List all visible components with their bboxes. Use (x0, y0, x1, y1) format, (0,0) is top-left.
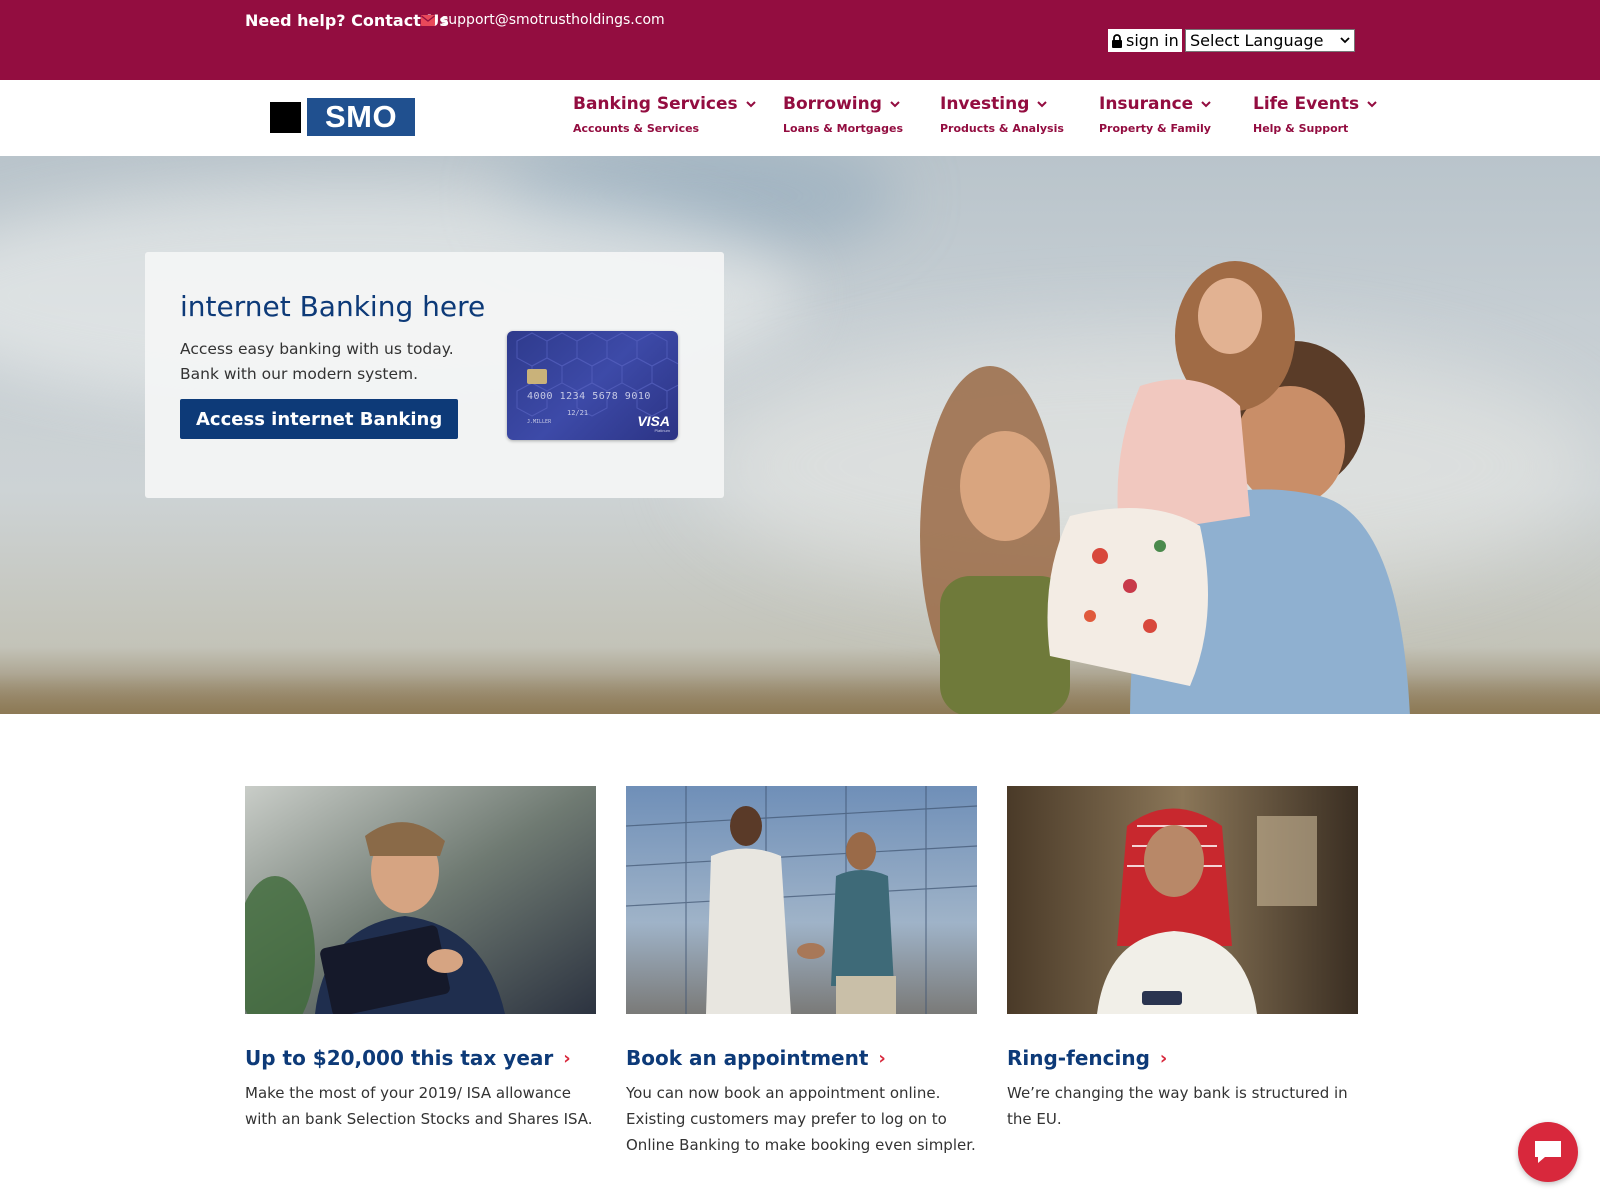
feature-description: Make the most of your 2019/ ISA allowanc… (245, 1084, 593, 1128)
logo-text: SMO (307, 98, 415, 136)
chevron-right-icon: › (1159, 1047, 1168, 1069)
nav-title: Borrowing (783, 94, 882, 114)
feature-tax-year: Up to $20,000 this tax year › Make the m… (245, 786, 596, 1132)
card-chip (527, 369, 547, 384)
hero-title: internet Banking here (180, 290, 486, 323)
sign-in-button[interactable]: sign in (1108, 29, 1182, 52)
feature-title-link[interactable]: Up to $20,000 this tax year › (245, 1046, 596, 1070)
feature-title: Book an appointment (626, 1046, 869, 1070)
feature-book-appointment: Book an appointment › You can now book a… (626, 786, 977, 1158)
nav-insurance[interactable]: Insurance Property & Family (1099, 94, 1211, 135)
feature-title-link[interactable]: Book an appointment › (626, 1046, 977, 1070)
man-with-phone-photo (1007, 786, 1358, 1014)
chevron-down-icon (890, 100, 900, 107)
sign-in-label: sign in (1126, 31, 1179, 50)
card-holder: J.MILLER (527, 419, 552, 425)
logo[interactable]: SMO (270, 98, 415, 136)
feature-description: You can now book an appointment online. … (626, 1084, 976, 1154)
nav-subtitle: Accounts & Services (573, 122, 700, 135)
hero-banner: internet Banking here Access easy bankin… (0, 156, 1600, 714)
feature-title: Up to $20,000 this tax year (245, 1046, 554, 1070)
language-select-value: Select Language (1190, 31, 1324, 50)
chevron-down-icon (1201, 100, 1211, 107)
main-navigation: SMO Banking Services Accounts & Services… (0, 80, 1600, 156)
hero-description-line: Bank with our modern system. (180, 365, 419, 383)
top-bar: Need help? Contact Us support@smotrustho… (0, 0, 1600, 80)
nav-subtitle: Loans & Mortgages (783, 122, 903, 135)
feature-title: Ring-fencing (1007, 1046, 1150, 1070)
nav-investing[interactable]: Investing Products & Analysis (940, 94, 1064, 135)
access-internet-banking-button[interactable]: Access internet Banking (180, 399, 459, 439)
language-select[interactable]: Select Language (1185, 29, 1355, 52)
nav-banking-services[interactable]: Banking Services Accounts & Services (573, 94, 756, 135)
envelope-icon (421, 14, 435, 26)
businessman-tablet-photo (245, 786, 596, 1014)
chevron-down-icon (1037, 100, 1048, 107)
support-email: support@smotrustholdings.com (441, 12, 665, 28)
nav-life-events[interactable]: Life Events Help & Support (1253, 94, 1377, 135)
card-expiry: 12/21 (567, 409, 589, 417)
hero-description-line: Access easy banking with us today. (180, 340, 454, 358)
nav-title: Investing (940, 94, 1030, 114)
chevron-right-icon: › (878, 1047, 886, 1069)
support-email-link[interactable]: support@smotrustholdings.com (421, 12, 665, 28)
logo-square (270, 101, 301, 133)
feature-description: We’re changing the way bank is structure… (1007, 1084, 1348, 1128)
card-number: 4000 1234 5678 9010 (527, 391, 651, 402)
contact-us-link[interactable]: Need help? Contact Us (245, 11, 449, 30)
nav-title: Life Events (1253, 94, 1360, 114)
handshake-photo (626, 786, 977, 1014)
nav-title: Banking Services (573, 94, 738, 114)
chevron-down-icon (745, 100, 756, 107)
chevron-down-icon (1340, 37, 1350, 44)
family-photo (920, 261, 1410, 714)
nav-subtitle: Property & Family (1099, 122, 1211, 135)
feature-ring-fencing: Ring-fencing › We’re changing the way ba… (1007, 786, 1358, 1132)
chevron-down-icon (1367, 100, 1377, 107)
internet-banking-panel: internet Banking here Access easy bankin… (145, 252, 724, 498)
card-tier: Platinum (654, 428, 670, 433)
chat-bubble-icon (1535, 1141, 1561, 1163)
nav-subtitle: Products & Analysis (940, 122, 1064, 135)
credit-card-image: 4000 1234 5678 9010 12/21 J.MILLER VISA … (507, 331, 678, 440)
hero-description: Access easy banking with us today. Bank … (180, 337, 470, 387)
chat-button[interactable] (1518, 1122, 1578, 1182)
chevron-right-icon: › (563, 1047, 571, 1069)
feature-title-link[interactable]: Ring-fencing › (1007, 1046, 1358, 1070)
lock-icon (1112, 33, 1122, 48)
nav-title: Insurance (1099, 94, 1194, 114)
visa-logo: VISA (637, 413, 670, 429)
nav-borrowing[interactable]: Borrowing Loans & Mortgages (783, 94, 903, 135)
nav-subtitle: Help & Support (1253, 122, 1349, 135)
